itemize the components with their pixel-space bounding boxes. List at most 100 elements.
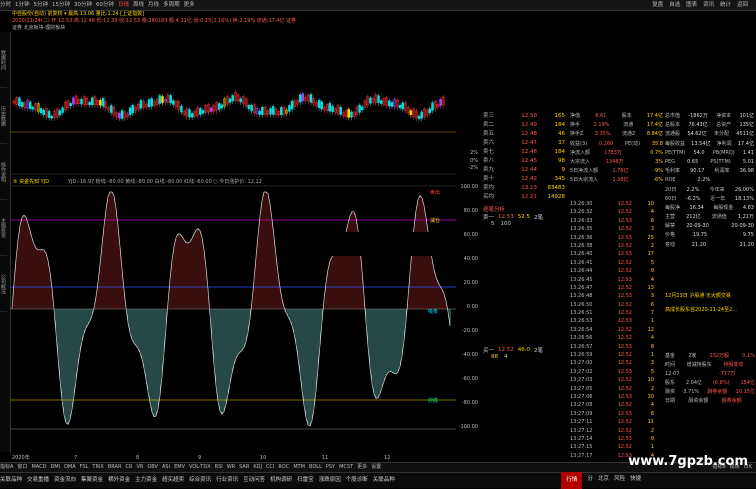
footer-tab[interactable]: 资金流向 [54,473,76,488]
period-fenshi[interactable]: 分时 [0,0,11,10]
side-tab-3[interactable]: 操作说明 [0,144,7,200]
footer-right-tab[interactable]: 行情 [561,472,583,489]
candle-body [390,102,394,107]
quote-volume: 46 [558,131,565,137]
candle-body [91,97,94,105]
tick-time: 13:26:36 [570,234,593,241]
footer-tab[interactable]: 互动问答 [243,473,265,488]
stat-key: 收益(3) [570,140,588,147]
side-tab-1[interactable]: 数据时间 [0,32,7,88]
side-tab-4[interactable]: 主题投资 [0,200,7,256]
indicator-tab[interactable]: CR [125,463,132,472]
footer-right-tab[interactable]: 快捷 [630,472,641,489]
period-60min[interactable]: 60分钟 [96,0,114,10]
indicator-tab[interactable]: SAR [239,463,249,472]
indicator-tab[interactable]: PSY [326,463,335,472]
watermark-text: www.7gpzb.com [628,454,748,469]
toolbar-news[interactable]: 资讯 [703,2,714,8]
candle-body [169,95,172,104]
toolbar-replay[interactable]: 复盘 [652,2,663,8]
footer-tab[interactable]: 集聚资金 [81,473,103,488]
period-month[interactable]: 月线 [148,0,159,10]
indicator-tab[interactable]: CCI [266,463,274,472]
period-5min[interactable]: 5分钟 [34,0,49,10]
quote-price: 12.42 [521,176,537,182]
indicator-tab[interactable]: 更多 [357,463,367,472]
tick-row: 13:26:33 12.53 6 [570,217,663,225]
tick-row: 13:26:53 12.53 1 [570,317,663,325]
footer-tab[interactable]: 关联品种 [0,473,22,488]
footer-tab[interactable]: 交易重播 [27,473,49,488]
tick-price: 12.52 [617,326,632,333]
indicator-tab[interactable]: 指标A [0,463,13,472]
period-multi[interactable]: 多周期 [163,0,180,10]
indicator-tab[interactable]: MCST [339,463,353,472]
footer-tab[interactable]: 关联品种 [373,473,395,488]
tick-list[interactable]: 13:26:30 12.52 10 13:26:32 12.52 4 13:26:33 12.… [570,200,663,460]
indicator-tab[interactable]: FSL [80,463,89,472]
indicator-tab[interactable]: WR [227,463,235,472]
indicator-tab[interactable]: RSI [215,463,223,472]
indicator-tab[interactable]: TRIX [92,463,103,472]
indicator-tab[interactable]: 窗口 [17,463,27,472]
toolbar-stats[interactable]: 统计 [720,2,731,8]
footer-right: 行情分北京 风险 快捷 [561,472,646,489]
footer-right-tab[interactable]: 北京 [598,472,609,489]
indicator-tab[interactable]: BOLL [309,463,322,472]
indicator-tab[interactable]: ASI [162,463,170,472]
footer-tab[interactable]: 个股诊断 [346,473,368,488]
side-tab-5[interactable]: 公司概况 [0,256,7,312]
axis-m80: -80.00 [461,400,478,406]
indicator-tab[interactable]: ROC [278,463,289,472]
indicator-tab[interactable]: 设置 [371,463,381,472]
period-30min[interactable]: 30分钟 [74,0,92,10]
indicator-tab[interactable]: MACD [31,463,46,472]
fund-value: 16.34 [689,204,704,211]
footer-tab[interactable]: 涨跌原因 [319,473,341,488]
indicator-tab[interactable]: EMV [174,463,185,472]
fundamental-row: 主营 212亿 流通值 1.21万 [663,213,756,222]
axis-0: 0.00 [466,304,478,310]
indicator-tab[interactable]: VOL-TDX [189,463,211,472]
period-more[interactable]: 更多 [184,0,195,10]
footer-tab[interactable]: 行业资讯 [216,473,238,488]
order-book-title: 逐笔分析 [483,207,506,213]
stat-value2: -9% [653,168,663,175]
footer-tab[interactable]: 综合资讯 [189,473,211,488]
footer-right-tab[interactable]: 分 [587,472,593,489]
footer-tab[interactable]: 超买超卖 [162,473,184,488]
indicator-tab[interactable]: KDJ [253,463,262,472]
period-15min[interactable]: 15分钟 [52,0,70,10]
indicator-tab[interactable]: BRAR [108,463,122,472]
period-day[interactable]: 日线 [118,0,129,10]
tick-volume: 9 [650,435,654,442]
indicator-tab[interactable]: OBV [147,463,158,472]
news-item-2[interactable]: 高成长股东自2020-11-24至2... [665,306,755,314]
indicator-tab[interactable]: DMA [64,463,76,472]
stat-key: 5日净流入额 [570,168,599,175]
side-tab-2[interactable]: 历史数据 [0,88,7,144]
fund-value2: 135亿 [739,122,754,129]
period-week[interactable]: 周线 [133,0,144,10]
period-1min[interactable]: 1分钟 [15,0,30,10]
indicator-tab[interactable]: MTM [293,463,305,472]
toolbar-back[interactable]: 返回 [737,2,748,8]
fund-value: -1862万 [688,113,708,119]
candle-body [261,106,264,115]
footer-tab[interactable]: 扫雷宝 [297,473,314,488]
kline-chart[interactable]: ⑤ 资金先知 YJD YJD:-16.97 粉线:-80.00 黄线:-80.0… [10,32,456,462]
indicator-tab[interactable]: VR [136,463,143,472]
stat-row: 大宗流入 1348万 3% [570,158,663,167]
toolbar-watchlist[interactable]: 自选 [669,2,680,8]
toolbar-chart[interactable]: 图表 [686,2,697,8]
axis-m60: -60.00 [461,376,478,382]
sell1-unit: 2笔 [534,215,544,221]
footer-right-tab[interactable]: 风险 [614,472,625,489]
tick-row: 13:27:11 12.52 11 [570,418,663,426]
footer-tab[interactable]: 机构调研 [270,473,292,488]
footer-tab[interactable]: 主力资金 [135,473,157,488]
indicator-tab[interactable]: DMI [50,463,60,472]
tick-price: 12.53 [617,251,632,258]
footer-tab[interactable]: 横外资金 [108,473,130,488]
news-item-1[interactable]: 12月23日 沪股通·无大额交易 [665,292,755,300]
